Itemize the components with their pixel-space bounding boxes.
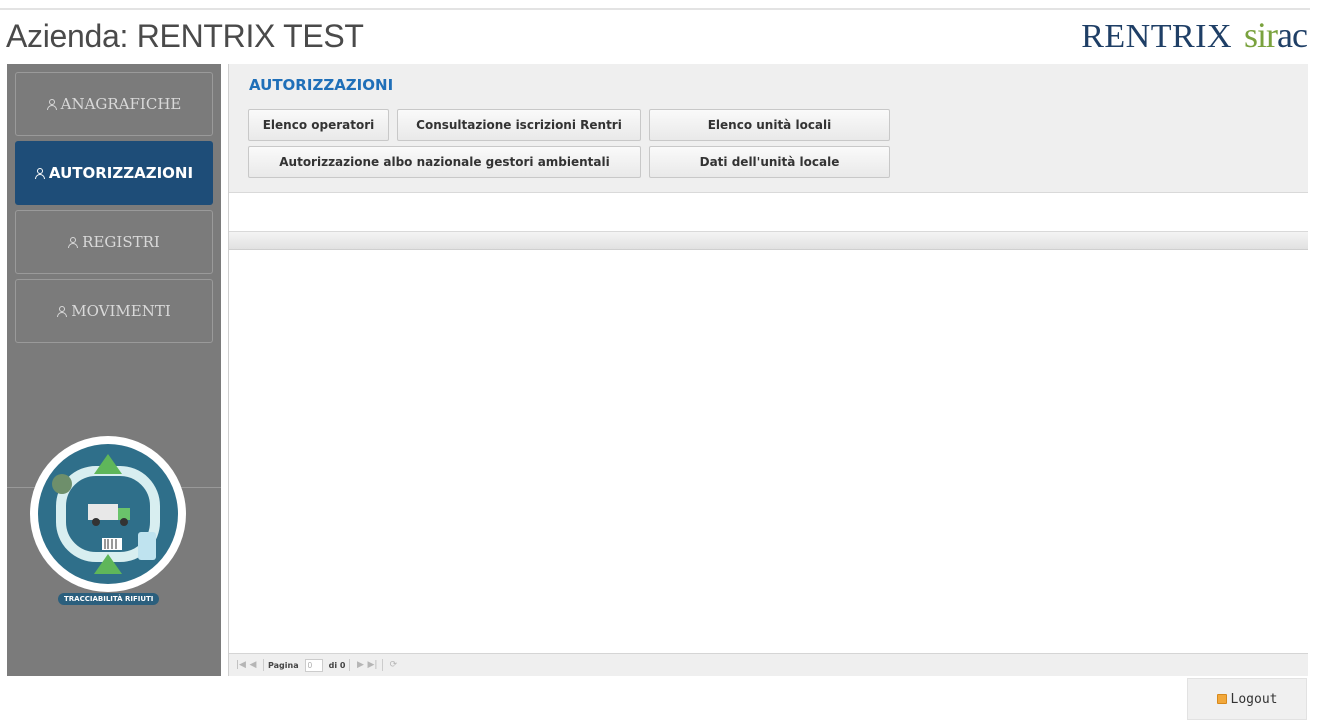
dati-unita-locale-button[interactable]: Dati dell'unità locale [649,146,890,178]
sidebar-item-label: REGISTRI [82,233,160,251]
grid-header [229,232,1308,250]
toolbar-area [229,194,1308,232]
grid-body [229,250,1308,653]
recycle-icon [52,454,156,574]
user-icon [46,98,57,110]
brand-sub-a: sir [1244,15,1278,55]
refresh-icon[interactable]: ⟳ [387,660,399,670]
logout-icon [1216,694,1227,704]
user-icon [34,167,45,179]
sidebar-item-label: AUTORIZZAZIONI [48,164,194,182]
elenco-operatori-button[interactable]: Elenco operatori [248,109,389,141]
logo-caption: TRACCIABILITÀ RIFIUTI [58,593,160,605]
next-page-icon[interactable]: ▶ [354,660,366,670]
sidebar-item-movimenti[interactable]: MOVIMENTI [15,279,213,343]
sidebar-item-autorizzazioni[interactable]: AUTORIZZAZIONI [15,141,213,205]
sidebar-item-anagrafiche[interactable]: ANAGRAFICHE [15,72,213,136]
section-title: AUTORIZZAZIONI [249,76,394,94]
main-panel: AUTORIZZAZIONI Elenco operatori Consulta… [228,64,1308,676]
pager-separator [349,659,351,671]
last-page-icon[interactable]: ▶| [366,660,378,670]
brand-sub-text: sirac [1244,14,1308,56]
brand-main-text: RENTRIX [1081,18,1233,55]
traceability-logo [30,436,186,592]
pagination-toolbar: |◀ ◀ Pagina di 0 ▶ ▶| ⟳ [229,653,1308,676]
autorizzazione-albo-button[interactable]: Autorizzazione albo nazionale gestori am… [248,146,641,178]
page-label: Pagina [268,660,299,670]
top-divider [0,8,1310,10]
sidebar-item-label: MOVIMENTI [71,302,171,320]
logout-button[interactable]: Logout [1187,678,1307,720]
prev-page-icon[interactable]: ◀ [247,660,259,670]
logo-illustration [38,444,178,584]
user-icon [57,305,68,317]
brand-logo: RENTRIX sirac [1081,14,1308,56]
pager-separator [382,659,384,671]
page-of-label: di 0 [328,660,346,670]
brand-sub-b: ac [1277,15,1308,55]
user-icon [68,236,79,248]
page-number-input[interactable] [304,658,323,672]
elenco-unita-locali-button[interactable]: Elenco unità locali [649,109,890,141]
company-title: Azienda: RENTRIX TEST [6,18,364,54]
sidebar-item-label: ANAGRAFICHE [60,95,182,113]
first-page-icon[interactable]: |◀ [235,660,247,670]
logout-label: Logout [1230,691,1278,707]
main-header: AUTORIZZAZIONI Elenco operatori Consulta… [229,64,1308,193]
pager-separator [263,659,264,671]
sidebar-item-registri[interactable]: REGISTRI [15,210,213,274]
consultazione-iscrizioni-button[interactable]: Consultazione iscrizioni Rentri [397,109,641,141]
